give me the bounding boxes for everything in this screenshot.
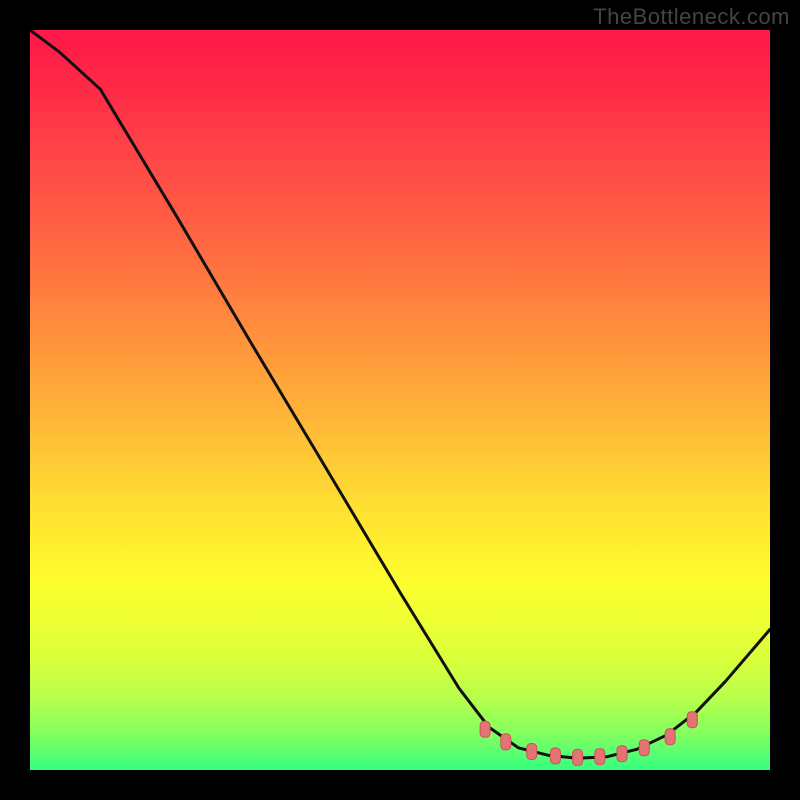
marker-point bbox=[617, 746, 627, 762]
plot-area bbox=[30, 30, 770, 770]
marker-point bbox=[687, 712, 697, 728]
chart-container: TheBottleneck.com bbox=[0, 0, 800, 800]
marker-point bbox=[527, 744, 537, 760]
curve-line bbox=[30, 30, 770, 758]
marker-point bbox=[595, 749, 605, 765]
marker-point bbox=[573, 749, 583, 765]
marker-point bbox=[639, 740, 649, 756]
curve-svg bbox=[30, 30, 770, 770]
watermark-label: TheBottleneck.com bbox=[593, 4, 790, 30]
marker-point bbox=[550, 748, 560, 764]
marker-point bbox=[501, 734, 511, 750]
marker-point bbox=[480, 721, 490, 737]
marker-point bbox=[665, 729, 675, 745]
